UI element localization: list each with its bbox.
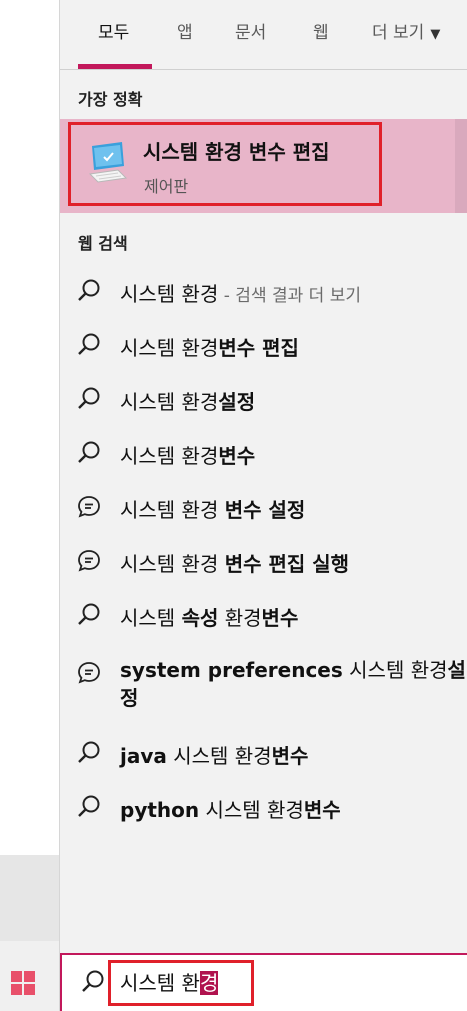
web-result-text: 시스템 환경 - 검색 결과 더 보기	[120, 282, 361, 306]
caret-down-icon: ▼	[430, 27, 441, 42]
scrollbar[interactable]	[455, 119, 467, 213]
search-icon	[78, 333, 100, 355]
web-result[interactable]: 시스템 환경설정	[60, 372, 467, 426]
web-result[interactable]: java 시스템 환경변수	[60, 726, 467, 780]
tab-more[interactable]: 더 보기 ▼	[372, 18, 440, 43]
search-icon	[78, 795, 100, 817]
web-result[interactable]: python 시스템 환경변수	[60, 780, 467, 834]
best-match-heading: 가장 정확	[78, 90, 143, 109]
search-panel: 모두 앱 문서 웹 더 보기 ▼ 가장 정확 시스템 환경 변수 편집 제어판 웹…	[59, 0, 467, 1011]
best-match-title: 시스템 환경 변수 편집	[143, 140, 330, 164]
tab-apps[interactable]: 앱	[177, 18, 193, 43]
web-result-text: 시스템 환경 변수 설정	[120, 498, 306, 522]
computer-monitor-icon	[88, 142, 128, 183]
web-result[interactable]: 시스템 환경변수	[60, 426, 467, 480]
query-composing-char: 경	[199, 971, 219, 995]
chat-bubble-icon	[78, 662, 100, 684]
web-result-text: java 시스템 환경변수	[120, 744, 309, 768]
web-result[interactable]: 시스템 환경 변수 편집 실행	[60, 534, 467, 588]
web-result-text: python 시스템 환경변수	[120, 798, 341, 822]
web-result-text: 시스템 환경변수	[120, 444, 256, 468]
web-result[interactable]: 시스템 환경 - 검색 결과 더 보기	[60, 264, 467, 318]
search-input[interactable]: 시스템 환경	[60, 953, 467, 1011]
desktop-strip	[0, 0, 59, 1011]
tab-more-label: 더 보기	[372, 23, 425, 43]
web-result[interactable]: 시스템 환경변수 편집	[60, 318, 467, 372]
best-match-result[interactable]: 시스템 환경 변수 편집 제어판	[60, 119, 467, 213]
chat-bubble-icon	[78, 550, 100, 572]
search-icon	[82, 970, 104, 992]
search-icon	[78, 741, 100, 763]
best-match-subtitle: 제어판	[144, 177, 189, 196]
tab-all[interactable]: 모두	[98, 18, 129, 43]
web-result[interactable]: 시스템 환경 변수 설정	[60, 480, 467, 534]
web-result-text: 시스템 환경 변수 편집 실행	[120, 552, 350, 576]
search-query[interactable]: 시스템 환경	[120, 967, 219, 996]
desktop-background	[0, 855, 59, 941]
web-result-text: system preferences 시스템 환경설정	[120, 658, 466, 710]
search-icon	[78, 441, 100, 463]
web-result[interactable]: 시스템 속성 환경변수	[60, 588, 467, 642]
web-result-text: 시스템 환경설정	[120, 390, 256, 414]
tab-web[interactable]: 웹	[313, 18, 329, 43]
search-icon	[78, 603, 100, 625]
search-icon	[78, 279, 100, 301]
web-search-heading: 웹 검색	[78, 234, 128, 253]
web-result[interactable]: system preferences 시스템 환경설정	[60, 646, 467, 726]
query-text: 시스템 환	[120, 971, 200, 995]
web-result-text: 시스템 환경변수 편집	[120, 336, 299, 360]
chat-bubble-icon	[78, 496, 100, 518]
search-icon	[78, 387, 100, 409]
tabs-divider	[60, 69, 467, 70]
filter-tabs: 모두 앱 문서 웹 더 보기 ▼	[60, 0, 467, 69]
tab-documents[interactable]: 문서	[235, 18, 266, 43]
web-result-text: 시스템 속성 환경변수	[120, 606, 299, 630]
windows-start-icon[interactable]	[11, 971, 35, 995]
